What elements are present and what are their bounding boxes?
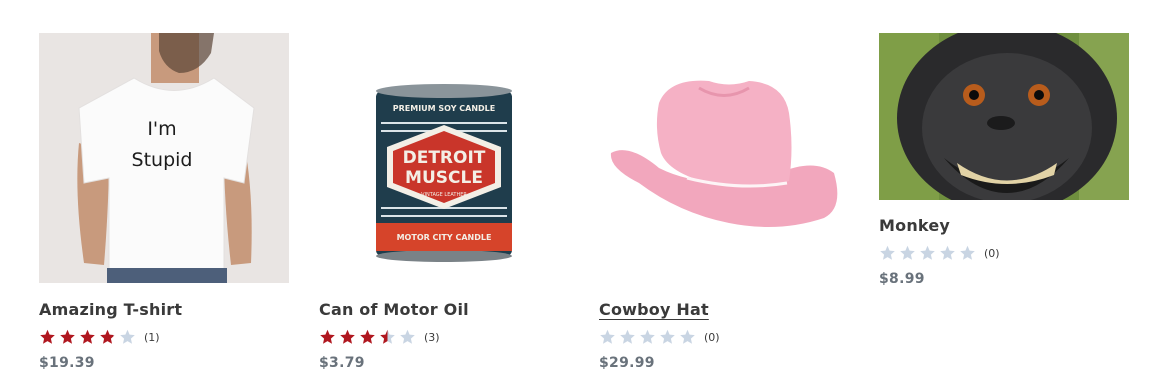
- product-grid: I'm Stupid Amazing T-shirt (1) $19.39 PR…: [0, 0, 1174, 392]
- tin-label-bottom: MOTOR CITY CANDLE: [397, 233, 492, 242]
- star-icon: [660, 329, 675, 344]
- tin-label-top: PREMIUM SOY CANDLE: [393, 104, 495, 113]
- rating-stars: [39, 329, 136, 345]
- product-price: $19.39: [39, 355, 95, 371]
- star-icon: [940, 245, 955, 260]
- monkey-selfie-photo-icon: [879, 33, 1129, 200]
- tin-label-main-1: DETROIT: [403, 148, 486, 168]
- tin-label-main-2: MUSCLE: [405, 168, 483, 188]
- star-icon: [400, 329, 415, 344]
- star-icon: [40, 329, 55, 344]
- shirt-text-line2: Stupid: [132, 149, 193, 171]
- star-icon: [960, 245, 975, 260]
- product-image-link[interactable]: PREMIUM SOY CANDLE DETROIT MUSCLE VINTAG…: [319, 33, 569, 283]
- product-card-amazing-t-shirt: I'm Stupid Amazing T-shirt (1) $19.39: [39, 33, 289, 371]
- shirt-text-line1: I'm: [147, 118, 176, 140]
- tin-label-sub: VINTAGE LEATHER: [421, 192, 467, 198]
- star-icon: [340, 329, 355, 344]
- product-rating: (0): [599, 327, 849, 347]
- product-image-link[interactable]: [599, 33, 849, 283]
- product-title-link[interactable]: Monkey: [879, 216, 1129, 236]
- star-icon: [620, 329, 635, 344]
- star-icon: [880, 245, 895, 260]
- product-card-monkey: Monkey (0) $8.99: [879, 33, 1129, 287]
- rating-stars: [599, 329, 696, 345]
- rating-stars: [319, 329, 416, 345]
- star-icon: [900, 245, 915, 260]
- product-rating: (3): [319, 327, 569, 347]
- star-icon: [320, 329, 335, 344]
- product-title-link[interactable]: Can of Motor Oil: [319, 300, 569, 320]
- product-title-link[interactable]: Cowboy Hat: [599, 300, 849, 320]
- star-icon: [100, 329, 115, 344]
- pink-cowboy-hat-photo-icon: [599, 33, 849, 283]
- product-card-can-of-motor-oil: PREMIUM SOY CANDLE DETROIT MUSCLE VINTAG…: [319, 33, 569, 371]
- candle-tin-photo-icon: PREMIUM SOY CANDLE DETROIT MUSCLE VINTAG…: [319, 33, 569, 283]
- review-count: (0): [704, 330, 720, 344]
- star-icon: [920, 245, 935, 260]
- star-icon: [380, 329, 395, 344]
- product-image-link[interactable]: I'm Stupid: [39, 33, 289, 283]
- product-price: $29.99: [599, 355, 655, 371]
- star-icon: [120, 329, 135, 344]
- product-rating: (0): [879, 243, 1129, 263]
- product-price: $3.79: [319, 355, 365, 371]
- review-count: (1): [144, 330, 160, 344]
- star-icon: [680, 329, 695, 344]
- star-icon: [60, 329, 75, 344]
- rating-stars: [879, 245, 976, 261]
- product-image-link[interactable]: [879, 33, 1129, 200]
- product-title-link[interactable]: Amazing T-shirt: [39, 300, 289, 320]
- product-rating: (1): [39, 327, 289, 347]
- review-count: (0): [984, 246, 1000, 260]
- review-count: (3): [424, 330, 440, 344]
- star-icon: [80, 329, 95, 344]
- star-icon: [600, 329, 615, 344]
- t-shirt-photo-icon: I'm Stupid: [39, 33, 289, 283]
- product-card-cowboy-hat: Cowboy Hat (0) $29.99: [599, 33, 849, 371]
- product-price: $8.99: [879, 271, 925, 287]
- star-icon: [640, 329, 655, 344]
- star-icon: [360, 329, 375, 344]
